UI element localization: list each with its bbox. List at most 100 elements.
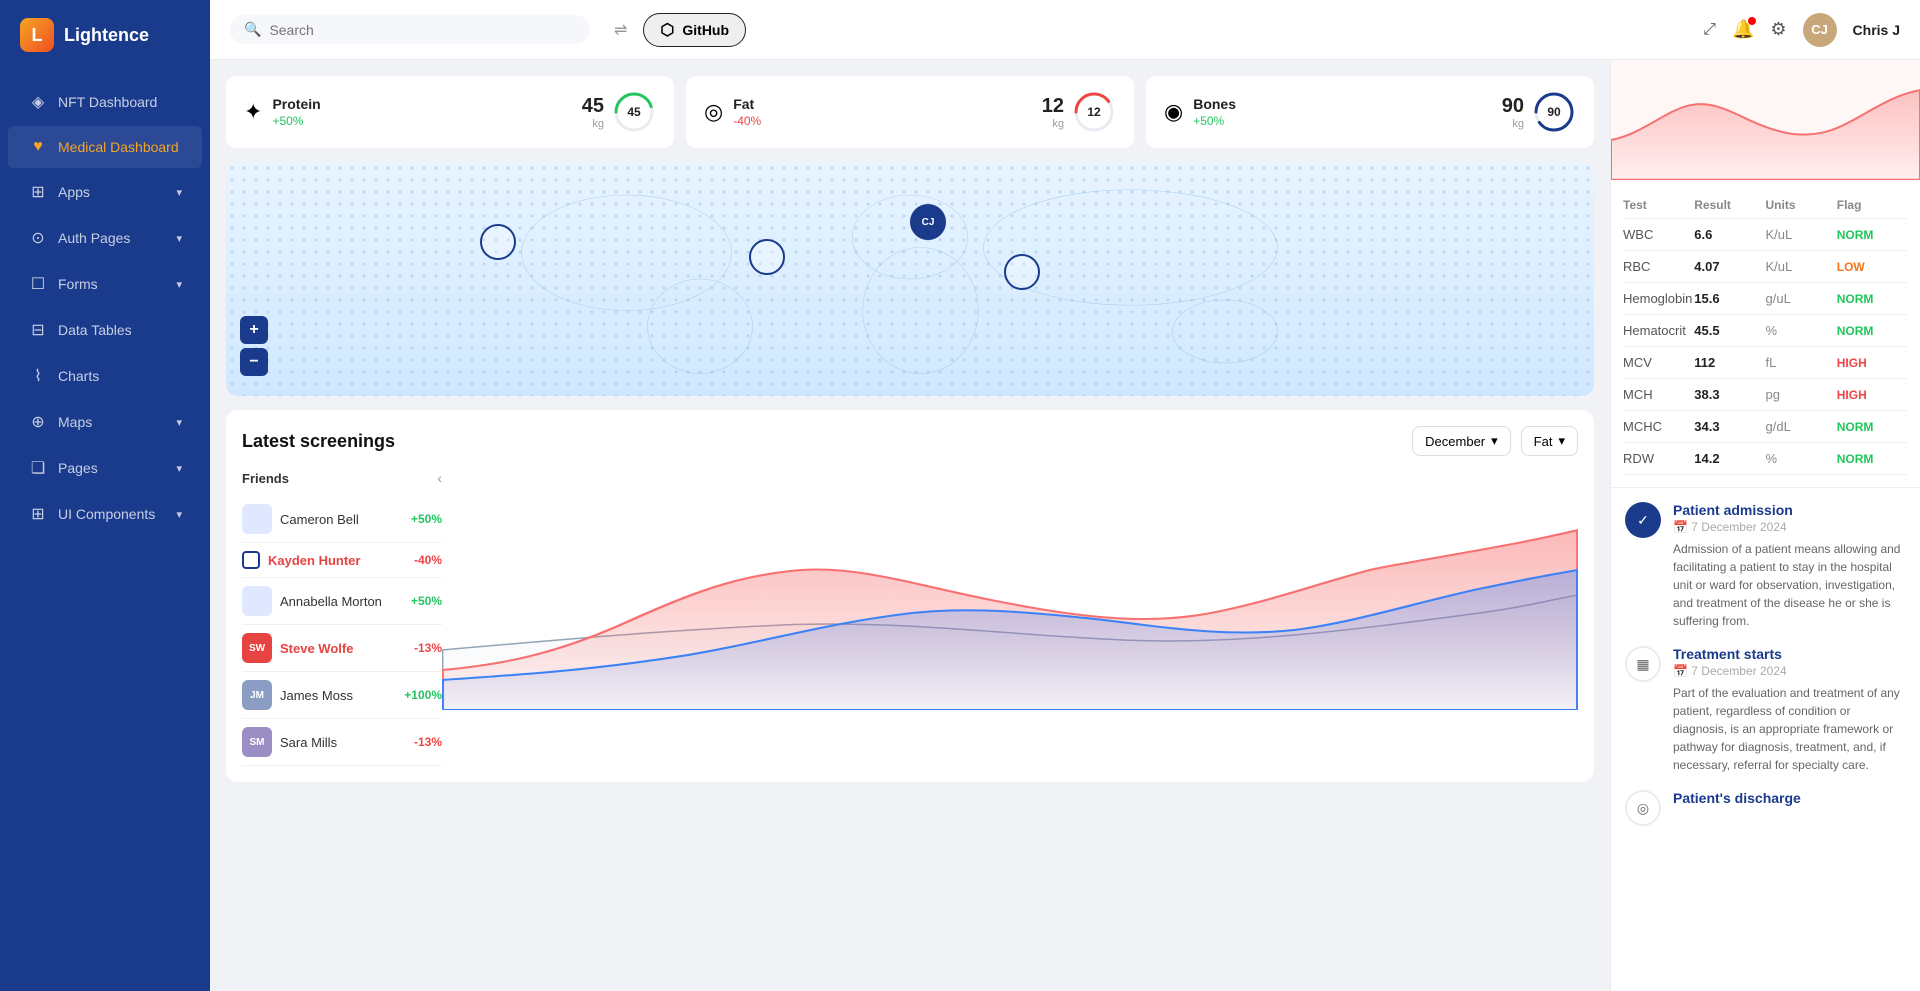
map-controls: + − <box>240 316 268 376</box>
friend-change-james: +100% <box>404 688 442 702</box>
sidebar-item-forms[interactable]: ☐ Forms ▾ <box>8 262 202 306</box>
sidebar-item-maps[interactable]: ⊕ Maps ▾ <box>8 400 202 444</box>
lab-flag-0: NORM <box>1837 228 1908 242</box>
map-zoom-in[interactable]: + <box>240 316 268 344</box>
friend-name-steve: Steve Wolfe <box>280 641 406 656</box>
sidebar-item-pages[interactable]: ❏ Pages ▾ <box>8 446 202 490</box>
right-panel: Test Result Units Flag WBC 6.6 K/uL NORM… <box>1610 60 1920 991</box>
stats-row: ✦ Protein +50% 45 kg 45 <box>226 76 1594 148</box>
friend-checkbox-kayden[interactable] <box>242 551 260 569</box>
lab-result-5: 38.3 <box>1694 387 1765 402</box>
month-label: December <box>1425 434 1485 449</box>
friend-item-steve[interactable]: SW Steve Wolfe -13% <box>242 625 442 672</box>
lab-flag-2: NORM <box>1837 292 1908 306</box>
map-zoom-out[interactable]: − <box>240 348 268 376</box>
nav-chevron-maps: ▾ <box>176 416 182 429</box>
map-pin-2[interactable] <box>749 239 785 275</box>
friend-item-kayden[interactable]: Kayden Hunter -40% <box>242 543 442 578</box>
filter-icon[interactable]: ⇌ <box>614 20 627 40</box>
nav-label-ui-components: UI Components <box>58 506 155 522</box>
timeline-item-patient-discharge: ◎ Patient's discharge <box>1625 790 1906 826</box>
col-test: Test <box>1623 198 1694 212</box>
month-dropdown[interactable]: December ▾ <box>1412 426 1511 456</box>
lab-flag-1: LOW <box>1837 260 1908 274</box>
nav-icon-charts: ⌇ <box>28 366 48 386</box>
friend-change-sara: -13% <box>414 735 442 749</box>
lab-result-7: 14.2 <box>1694 451 1765 466</box>
map-pin-avatar[interactable]: CJ <box>910 204 946 240</box>
main-content: 🔍 ⇌ ⬡ GitHub ⤢ 🔔 ⚙ CJ Chris J ✦ Protein <box>210 0 1920 991</box>
sidebar-item-data-tables[interactable]: ⊟ Data Tables <box>8 308 202 352</box>
lab-result-1: 4.07 <box>1694 259 1765 274</box>
map-pin-1[interactable] <box>480 224 516 260</box>
stat-name-1: Fat <box>733 96 761 112</box>
github-icon: ⬡ <box>660 20 674 40</box>
lab-row-mcv: MCV 112 fL HIGH <box>1623 347 1908 379</box>
sidebar-item-medical-dashboard[interactable]: ♥ Medical Dashboard <box>8 126 202 168</box>
stat-icon-1: ◎ <box>704 99 723 125</box>
stat-name-0: Protein <box>272 96 320 112</box>
settings-icon[interactable]: ⚙ <box>1770 19 1786 40</box>
friend-item-sara[interactable]: SM Sara Mills -13% <box>242 719 442 766</box>
type-dropdown[interactable]: Fat ▾ <box>1521 426 1578 456</box>
stat-unit-2: kg <box>1502 118 1524 130</box>
sidebar-item-auth-pages[interactable]: ⊙ Auth Pages ▾ <box>8 216 202 260</box>
screenings-section: Latest screenings December ▾ Fat ▾ <box>226 410 1594 782</box>
screenings-body: Friends ‹ Cameron Bell +50% Kayden Hunte… <box>242 470 1578 766</box>
map-pin-3[interactable] <box>1004 254 1040 290</box>
nav-icon-forms: ☐ <box>28 274 48 294</box>
circle-progress-0: 45 <box>612 90 656 134</box>
month-chevron-icon: ▾ <box>1491 433 1498 449</box>
lab-unit-4: fL <box>1766 355 1837 370</box>
stat-value-0: 45 <box>582 95 604 118</box>
nav-icon-auth-pages: ⊙ <box>28 228 48 248</box>
nav-icon-pages: ❏ <box>28 458 48 478</box>
lab-result-6: 34.3 <box>1694 419 1765 434</box>
circle-label-0: 45 <box>627 105 640 119</box>
search-box[interactable]: 🔍 <box>230 15 590 44</box>
sidebar-item-nft-dashboard[interactable]: ◈ NFT Dashboard <box>8 80 202 124</box>
lab-flag-7: NORM <box>1837 452 1908 466</box>
lab-result-3: 45.5 <box>1694 323 1765 338</box>
sidebar-item-apps[interactable]: ⊞ Apps ▾ <box>8 170 202 214</box>
friend-change-steve: -13% <box>414 641 442 655</box>
nav-icon-apps: ⊞ <box>28 182 48 202</box>
search-input[interactable] <box>269 22 576 38</box>
timeline-title-treatment-starts: Treatment starts <box>1673 646 1906 662</box>
nav-label-pages: Pages <box>58 460 98 476</box>
nav-label-forms: Forms <box>58 276 98 292</box>
lab-unit-5: pg <box>1766 387 1837 402</box>
lab-row-rdw: RDW 14.2 % NORM <box>1623 443 1908 475</box>
timeline-title-patient-discharge: Patient's discharge <box>1673 790 1801 806</box>
timeline-icon-patient-admission: ✓ <box>1625 502 1661 538</box>
chart-preview <box>1611 60 1920 180</box>
stat-change-0: +50% <box>272 114 320 128</box>
notification-icon[interactable]: 🔔 <box>1732 19 1754 40</box>
lab-test-5: MCH <box>1623 387 1694 402</box>
timeline-title-patient-admission: Patient admission <box>1673 502 1906 518</box>
lab-unit-7: % <box>1766 451 1837 466</box>
friend-name-sara: Sara Mills <box>280 735 406 750</box>
timeline-icon-patient-discharge: ◎ <box>1625 790 1661 826</box>
username: Chris J <box>1853 22 1900 38</box>
search-icon: 🔍 <box>244 21 261 38</box>
lab-table-header: Test Result Units Flag <box>1623 192 1908 219</box>
friend-avatar-sara: SM <box>242 727 272 757</box>
logo[interactable]: L Lightence <box>0 0 210 70</box>
github-button[interactable]: ⬡ GitHub <box>643 13 746 47</box>
user-avatar[interactable]: CJ <box>1803 13 1837 47</box>
friend-item-annabella[interactable]: Annabella Morton +50% <box>242 578 442 625</box>
sidebar-item-ui-components[interactable]: ⊞ UI Components ▾ <box>8 492 202 536</box>
col-units: Units <box>1766 198 1837 212</box>
friend-avatar-annabella <box>242 586 272 616</box>
sidebar: L Lightence ◈ NFT Dashboard ♥ Medical Da… <box>0 0 210 991</box>
timeline-item-patient-admission: ✓ Patient admission 📅 7 December 2024 Ad… <box>1625 502 1906 630</box>
friend-item-james[interactable]: JM James Moss +100% <box>242 672 442 719</box>
lab-test-6: MCHC <box>1623 419 1694 434</box>
lab-test-1: RBC <box>1623 259 1694 274</box>
friend-item-cameron[interactable]: Cameron Bell +50% <box>242 496 442 543</box>
col-result: Result <box>1694 198 1765 212</box>
sidebar-item-charts[interactable]: ⌇ Charts <box>8 354 202 398</box>
expand-icon[interactable]: ⤢ <box>1703 21 1716 39</box>
lab-unit-0: K/uL <box>1766 227 1837 242</box>
